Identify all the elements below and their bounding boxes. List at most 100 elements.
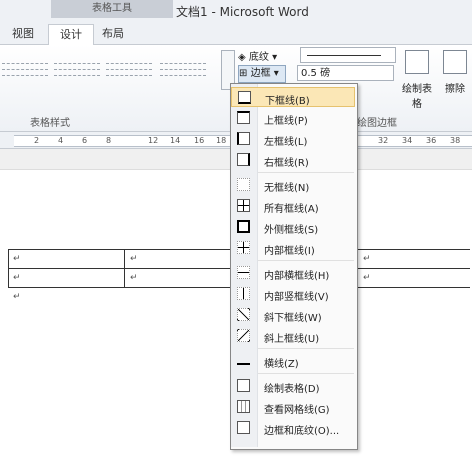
ruler-number: 2 <box>34 136 40 145</box>
ruler-number: 8 <box>106 136 112 145</box>
menu-item-label: 绘制表格(D) <box>264 384 320 395</box>
paragraph-mark: ↵ <box>363 254 371 264</box>
menu-item-all-borders[interactable]: 所有框线(A) <box>231 196 355 216</box>
pencil-table-icon <box>405 50 429 74</box>
menu-separator <box>258 172 354 173</box>
table-tools-context-tab: 表格工具 <box>51 0 173 18</box>
borders-dropdown-button[interactable]: ⊞ 边框 ▾ <box>238 65 286 83</box>
menu-item-label: 左框线(L) <box>264 137 308 148</box>
paragraph-mark: ↵ <box>363 273 371 283</box>
inside-vertical-border-icon <box>237 287 250 300</box>
menu-separator <box>258 348 354 349</box>
inside-borders-icon <box>237 241 250 254</box>
menu-item-label: 斜下框线(W) <box>264 313 322 324</box>
table-style-swatch[interactable] <box>2 58 48 84</box>
menu-item-right-border[interactable]: 右框线(R) <box>231 150 355 170</box>
menu-item-label: 所有框线(A) <box>264 204 319 215</box>
eraser-label: 擦除 <box>445 84 465 95</box>
diagonal-up-border-icon <box>237 329 250 342</box>
chevron-down-icon: ▾ <box>272 52 278 63</box>
draw-table-icon <box>237 379 250 392</box>
table-border <box>8 249 9 288</box>
menu-item-borders-and-shading[interactable]: 边框和底纹(O)... <box>231 418 355 438</box>
eraser-icon <box>443 50 467 74</box>
draw-table-button[interactable]: 绘制表格 <box>399 50 435 110</box>
pen-weight-value: 0.5 磅 <box>301 68 331 79</box>
tab-view[interactable]: 视图 <box>8 24 38 44</box>
menu-item-bottom-border[interactable]: 下框线(B) <box>231 87 355 107</box>
menu-item-label: 横线(Z) <box>264 359 299 370</box>
menu-item-top-border[interactable]: 上框线(P) <box>231 108 355 128</box>
ruler-number: 16 <box>194 136 205 145</box>
menu-item-horizontal-line[interactable]: 横线(Z) <box>231 351 355 371</box>
menu-item-label: 斜上框线(U) <box>264 334 320 345</box>
table-style-swatch[interactable] <box>54 58 100 84</box>
tab-design[interactable]: 设计 <box>48 24 94 46</box>
paragraph-mark: ↵ <box>130 254 138 264</box>
menu-item-label: 无框线(N) <box>264 183 310 194</box>
menu-item-view-gridlines[interactable]: 查看网格线(G) <box>231 397 355 417</box>
left-border-icon <box>237 132 250 145</box>
paragraph-mark: ↵ <box>13 292 21 302</box>
no-border-icon <box>237 178 250 191</box>
menu-item-label: 上框线(P) <box>264 116 308 127</box>
menu-item-diagonal-down-border[interactable]: 斜下框线(W) <box>231 305 355 325</box>
all-borders-icon <box>237 199 250 212</box>
menu-item-label: 外侧框线(S) <box>264 225 319 236</box>
menu-item-label: 边框和底纹(O)... <box>264 426 340 437</box>
ruler-number: 18 <box>216 136 227 145</box>
borders-label: 边框 <box>250 68 271 79</box>
menu-item-draw-table[interactable]: 绘制表格(D) <box>231 376 355 396</box>
diagonal-down-border-icon <box>237 308 250 321</box>
view-gridlines-icon <box>237 400 250 413</box>
ruler-number: 38 <box>450 136 461 145</box>
ruler-number: 36 <box>426 136 437 145</box>
ruler-number: 4 <box>58 136 64 145</box>
menu-item-left-border[interactable]: 左框线(L) <box>231 129 355 149</box>
menu-item-no-border[interactable]: 无框线(N) <box>231 175 355 195</box>
menu-item-label: 内部框线(I) <box>264 246 315 257</box>
paragraph-mark: ↵ <box>130 273 138 283</box>
draw-borders-group-label: 绘图边框 <box>357 118 397 129</box>
table-border <box>124 249 125 288</box>
menu-item-inside-horizontal-border[interactable]: 内部横框线(H) <box>231 263 355 283</box>
pen-style-select[interactable] <box>300 47 396 63</box>
inside-horizontal-border-icon <box>237 266 250 279</box>
paragraph-mark: ↵ <box>13 273 21 283</box>
menu-item-label: 查看网格线(G) <box>264 405 330 416</box>
shading-button[interactable]: ◈ 底纹 ▾ <box>238 48 277 63</box>
horizontal-line-icon <box>237 354 250 367</box>
borders-and-shading-icon <box>237 421 250 434</box>
ruler-number: 34 <box>402 136 413 145</box>
ruler-number: 14 <box>170 136 181 145</box>
pen-weight-select[interactable]: 0.5 磅 <box>297 65 394 81</box>
ruler-number: 32 <box>378 136 389 145</box>
menu-item-inside-vertical-border[interactable]: 内部竖框线(V) <box>231 284 355 304</box>
menu-separator <box>258 260 354 261</box>
menu-item-label: 内部横框线(H) <box>264 271 330 282</box>
menu-item-label: 内部竖框线(V) <box>264 292 329 303</box>
ruler-number: 12 <box>148 136 159 145</box>
menu-item-outside-borders[interactable]: 外侧框线(S) <box>231 217 355 237</box>
paragraph-mark: ↵ <box>13 254 21 264</box>
shading-label: 底纹 <box>248 52 269 63</box>
ruler-number: 6 <box>82 136 88 145</box>
right-border-icon <box>237 153 250 166</box>
borders-icon: ⊞ <box>239 68 248 79</box>
draw-table-label: 绘制表格 <box>402 84 432 110</box>
menu-item-label: 右框线(R) <box>264 158 309 169</box>
bottom-border-icon <box>238 91 251 104</box>
eraser-button[interactable]: 擦除 <box>440 50 470 95</box>
menu-separator <box>258 373 354 374</box>
table-style-swatch[interactable] <box>160 58 206 84</box>
table-styles-group-label: 表格样式 <box>30 118 70 129</box>
window-title: 文档1 - Microsoft Word <box>176 5 309 19</box>
paint-bucket-icon: ◈ <box>238 52 246 63</box>
tab-layout[interactable]: 布局 <box>96 24 130 44</box>
table-style-swatch[interactable] <box>106 58 152 84</box>
chevron-down-icon: ▾ <box>273 68 279 79</box>
menu-item-label: 下框线(B) <box>265 96 310 107</box>
menu-item-inside-borders[interactable]: 内部框线(I) <box>231 238 355 258</box>
outside-borders-icon <box>237 220 250 233</box>
menu-item-diagonal-up-border[interactable]: 斜上框线(U) <box>231 326 355 346</box>
